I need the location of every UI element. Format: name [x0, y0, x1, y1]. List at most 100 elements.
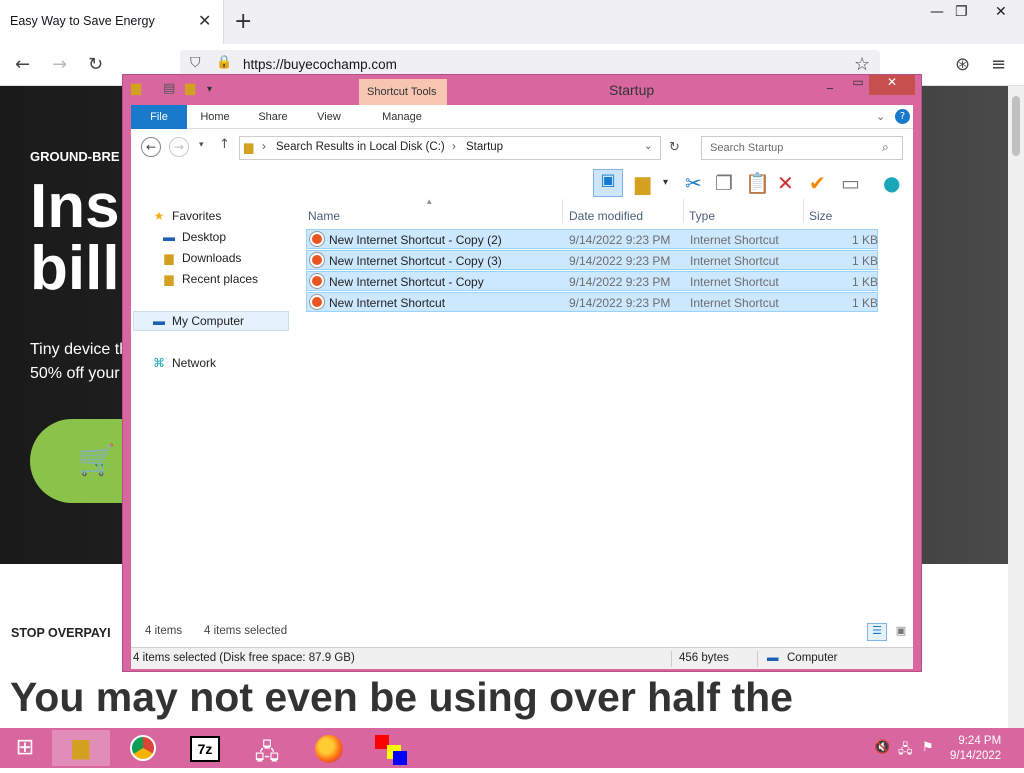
paste-icon[interactable]: 📋: [745, 171, 770, 195]
start-button-icon[interactable]: ⊞: [0, 730, 50, 766]
search-placeholder: Search Startup: [710, 142, 784, 154]
nav-favorites[interactable]: ★ Favorites: [151, 209, 222, 223]
hero-title: Ins bill: [30, 176, 120, 300]
back-arrow-icon[interactable]: ←: [141, 137, 161, 157]
column-divider[interactable]: [683, 199, 684, 223]
file-row[interactable]: New Internet Shortcut 9/14/2022 9:23 PM …: [306, 292, 878, 312]
details-view-icon[interactable]: ☰: [867, 623, 887, 641]
shield-icon[interactable]: ⛉: [190, 55, 201, 71]
minimize-icon[interactable]: —: [930, 4, 944, 20]
volume-muted-icon[interactable]: 🔇: [874, 740, 890, 755]
nav-network[interactable]: ⌘ Network: [151, 356, 216, 370]
nav-my-computer[interactable]: ▬ My Computer: [151, 314, 244, 328]
search-icon[interactable]: ⌕: [882, 140, 889, 155]
nav-downloads[interactable]: ▆ Downloads: [161, 251, 241, 265]
explorer-close-icon[interactable]: ✕: [869, 75, 915, 95]
address-sep-icon[interactable]: ›: [452, 141, 456, 153]
lock-icon[interactable]: 🔒: [216, 55, 232, 70]
item-count: 4 items: [145, 625, 183, 637]
column-divider[interactable]: [562, 199, 563, 223]
tab-file[interactable]: File: [131, 105, 187, 129]
address-dropdown-icon[interactable]: ⌄: [644, 141, 652, 152]
tab-view[interactable]: View: [307, 105, 351, 129]
status-selection: 4 items selected (Disk free space: 87.9 …: [133, 652, 355, 664]
internet-shortcut-icon: [310, 253, 324, 267]
chrome-taskbar-icon[interactable]: [114, 730, 172, 766]
file-explorer-taskbar-icon[interactable]: ▆: [52, 730, 110, 766]
action-center-icon[interactable]: ⚑: [922, 740, 934, 755]
maximize-icon[interactable]: ❐: [955, 4, 968, 20]
network-setup-taskbar-icon[interactable]: 🖧: [238, 730, 296, 766]
column-divider[interactable]: [803, 199, 804, 223]
network-icon: ⌘: [153, 356, 165, 370]
tab-home[interactable]: Home: [191, 105, 239, 129]
copy-icon[interactable]: ❐: [715, 171, 733, 195]
tab-title: Easy Way to Save Energy: [10, 14, 155, 28]
forward-arrow-icon[interactable]: →: [169, 137, 189, 157]
column-name[interactable]: Name: [308, 209, 340, 229]
nav-desktop[interactable]: ▬ Desktop: [161, 230, 226, 244]
file-row[interactable]: New Internet Shortcut - Copy 9/14/2022 9…: [306, 271, 878, 291]
tab-manage[interactable]: Manage: [367, 105, 437, 129]
qat-dropdown-icon[interactable]: ▾: [207, 84, 212, 95]
explorer-titlebar[interactable]: ▆ ▤ ▆ ▾ Shortcut Tools Startup _ ▭ ✕: [123, 75, 921, 107]
scroll-thumb[interactable]: [1012, 96, 1020, 156]
browser-tab[interactable]: Easy Way to Save Energy ✕: [0, 0, 224, 44]
cut-icon[interactable]: ✂: [685, 171, 702, 195]
toolbar-dropdown-icon[interactable]: ▾: [663, 177, 668, 188]
page-scrollbar[interactable]: [1008, 86, 1024, 728]
url-text[interactable]: https://buyecochamp.com: [243, 57, 397, 72]
file-row[interactable]: New Internet Shortcut - Copy (2) 9/14/20…: [306, 229, 878, 249]
taskbar-clock[interactable]: 9:24 PM 9/14/2022: [950, 734, 1001, 764]
delete-icon[interactable]: ✕: [777, 171, 794, 195]
address-sep-icon[interactable]: ›: [262, 141, 266, 153]
explorer-maximize-icon[interactable]: ▭: [851, 75, 865, 95]
network-tray-icon[interactable]: 🖧: [898, 740, 913, 762]
address-search-results[interactable]: Search Results in Local Disk (C:): [276, 141, 445, 153]
explorer-body: File Home Share View Manage ⌄ ? ← → ▾ ↑ …: [131, 105, 913, 669]
refresh-icon[interactable]: ↻: [669, 140, 680, 155]
star-icon: ★: [153, 209, 165, 223]
nav-recent-places[interactable]: ▆ Recent places: [161, 272, 258, 286]
tab-share[interactable]: Share: [249, 105, 297, 129]
address-folder-icon: ▆: [244, 140, 254, 154]
recent-dropdown-icon[interactable]: ▾: [199, 140, 204, 150]
large-icons-view-icon[interactable]: ▣: [891, 623, 911, 641]
new-folder-icon[interactable]: ▆: [185, 81, 195, 96]
ribbon-expand-icon[interactable]: ⌄: [876, 110, 885, 123]
address-bar[interactable]: ▆ › Search Results in Local Disk (C:) › …: [239, 136, 661, 160]
help-icon[interactable]: ?: [895, 109, 910, 124]
new-tab-icon[interactable]: +: [234, 9, 252, 34]
reload-icon[interactable]: ↻: [88, 54, 103, 75]
selection-count: 4 items selected: [204, 625, 288, 637]
checkmark-icon[interactable]: ✔: [809, 171, 826, 195]
open-folder-icon[interactable]: ▆: [635, 171, 650, 195]
tab-close-icon[interactable]: ✕: [198, 11, 211, 30]
7zip-taskbar-icon[interactable]: 7z: [176, 730, 234, 766]
rename-icon[interactable]: ▭: [841, 171, 860, 195]
browser-close-icon[interactable]: ✕: [995, 4, 1007, 20]
preview-pane-icon[interactable]: ▣: [593, 169, 623, 197]
paint-taskbar-icon[interactable]: [362, 730, 420, 766]
hero-sub-line2: 50% off your: [30, 365, 120, 382]
desktop-icon: ▬: [163, 230, 175, 244]
explorer-minimize-icon[interactable]: _: [823, 75, 837, 95]
pocket-icon[interactable]: ⊛: [955, 54, 970, 75]
column-type[interactable]: Type: [689, 209, 715, 229]
shortcut-tools-label: Shortcut Tools: [359, 79, 447, 107]
search-input[interactable]: Search Startup ⌕: [701, 136, 903, 160]
file-row[interactable]: New Internet Shortcut - Copy (3) 9/14/20…: [306, 250, 878, 270]
globe-icon[interactable]: ●: [883, 171, 900, 195]
address-startup[interactable]: Startup: [466, 141, 503, 153]
column-size[interactable]: Size: [809, 209, 832, 229]
column-date-modified[interactable]: Date modified: [569, 209, 643, 229]
back-icon[interactable]: ←: [15, 54, 30, 75]
properties-icon[interactable]: ▤: [163, 81, 175, 96]
forward-icon[interactable]: →: [52, 54, 67, 75]
firefox-taskbar-icon[interactable]: [300, 730, 358, 766]
up-arrow-icon[interactable]: ↑: [219, 137, 230, 152]
menu-icon[interactable]: ≡: [991, 54, 1006, 75]
internet-shortcut-icon: [310, 274, 324, 288]
bookmark-star-icon[interactable]: ☆: [854, 54, 870, 75]
hero-eyebrow: GROUND-BRE: [30, 149, 120, 164]
